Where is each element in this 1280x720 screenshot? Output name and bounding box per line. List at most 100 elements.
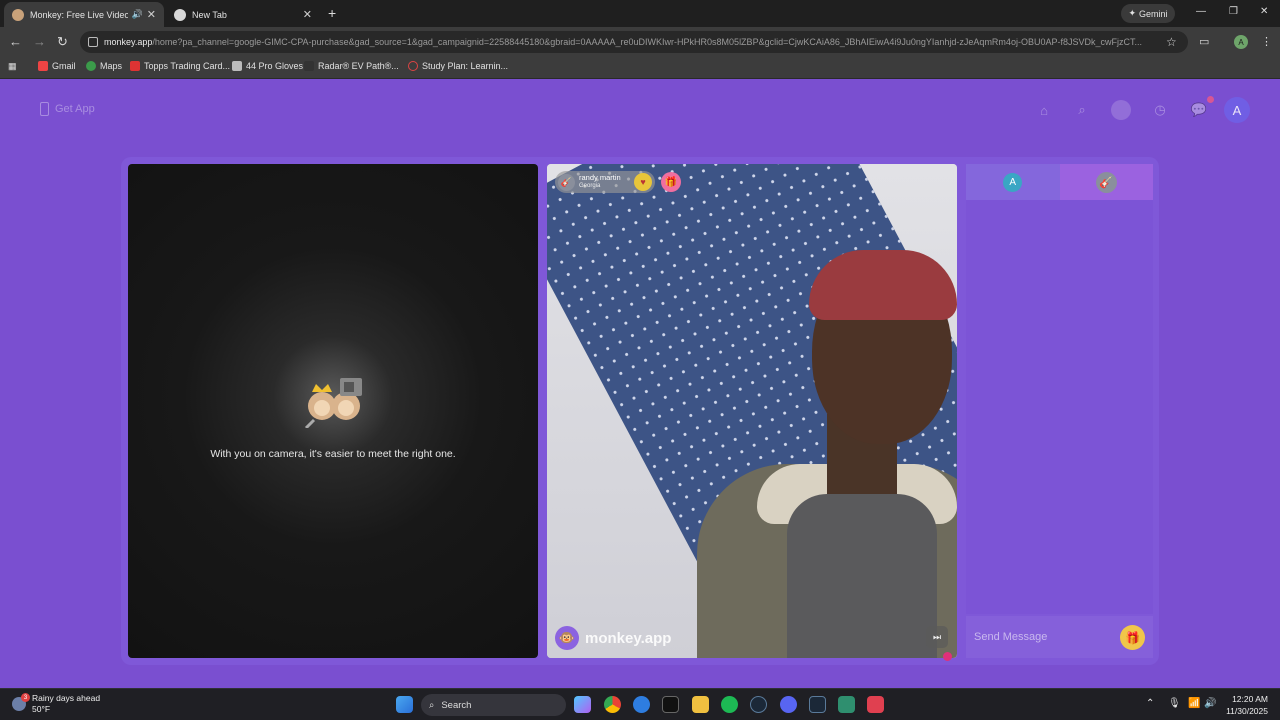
clock-date: 11/30/2025 — [1226, 706, 1268, 716]
rain-cloud-icon: 3 — [12, 693, 30, 711]
search-icon[interactable]: ⌕ — [1072, 100, 1092, 120]
weather-badge: 3 — [21, 693, 30, 702]
clock-time: 12:20 AM — [1232, 694, 1268, 704]
address-bar-row: ← → ↻ monkey.app/home?pa_channel=google-… — [0, 27, 1280, 57]
maps-pin-icon — [86, 61, 96, 71]
send-message-input[interactable] — [974, 631, 1114, 643]
epic-games-icon[interactable] — [662, 696, 679, 713]
spotify-icon[interactable] — [721, 696, 738, 713]
gemini-label: Gemini — [1139, 8, 1168, 19]
chat-tab-self[interactable]: A — [966, 164, 1060, 200]
restore-icon[interactable]: ❐ — [1229, 6, 1238, 17]
bookmarks-bar: ▦ Gmail Maps Topps Trading Card... 44 Pr… — [0, 57, 1280, 79]
gift-button[interactable]: 🎁 — [1120, 625, 1145, 650]
taskbar-search[interactable]: ⌕ Search — [421, 694, 566, 716]
tab-monkey[interactable]: Monkey: Free Live Video Ch 🔊 ✕ — [4, 2, 164, 27]
chat-bubble-icon[interactable]: 💬 — [1189, 100, 1209, 120]
profile-avatar[interactable]: A — [1234, 35, 1248, 49]
tab-title: Monkey: Free Live Video Ch — [30, 9, 128, 20]
bookmark-topps[interactable]: Topps Trading Card... — [130, 61, 230, 71]
chat-tab-peer[interactable]: 🎸 — [1059, 164, 1153, 200]
new-tab-icon[interactable]: + — [328, 5, 336, 21]
chrome-icon[interactable] — [604, 696, 621, 713]
wifi-icon[interactable]: 📶 — [1188, 698, 1200, 709]
peer-name: randy martin — [579, 173, 621, 182]
gemini-button[interactable]: ✦ Gemini — [1121, 4, 1175, 23]
search-icon: ⌕ — [429, 699, 435, 711]
peer-avatar: 🎸 — [558, 173, 575, 191]
edge-icon[interactable] — [633, 696, 650, 713]
monkey-logo-icon: 🐵 — [555, 626, 579, 650]
coin-icon[interactable] — [1111, 100, 1131, 120]
phone-icon — [40, 102, 49, 116]
vpn-shield-icon[interactable] — [867, 696, 884, 713]
url-path: /home?pa_channel=google-GIMC-CPA-purchas… — [152, 37, 1142, 47]
monkey-favicon-icon — [12, 8, 24, 21]
chrome-favicon-icon — [174, 8, 186, 21]
reading-mode-icon[interactable]: ▭ — [1199, 35, 1209, 48]
system-clock[interactable]: 12:20 AM 11/30/2025 — [1222, 693, 1268, 717]
chat-tabs: A 🎸 — [966, 164, 1153, 200]
peer-info-pill[interactable]: 🎸 randy martin Georgia ♥ — [555, 171, 655, 193]
bookmark-44-pro-gloves[interactable]: 44 Pro Gloves — [232, 61, 303, 71]
close-tab-icon[interactable]: ✕ — [147, 8, 156, 21]
steam-icon[interactable] — [750, 696, 767, 713]
discord-icon[interactable] — [780, 696, 797, 713]
chat-panel: A 🎸 🎁 — [966, 164, 1153, 658]
get-app-label: Get App — [55, 103, 95, 115]
hat-icon[interactable]: ⌂ — [1034, 100, 1054, 120]
bookmark-radar[interactable]: Radar® EV Path®... — [304, 61, 399, 71]
close-window-icon[interactable]: ✕ — [1260, 6, 1268, 17]
peer-chat-avatar: 🎸 — [1095, 171, 1117, 193]
app-icon[interactable] — [838, 696, 855, 713]
watermark-text: monkey.app — [585, 629, 672, 647]
monkey-mascots-icon — [304, 378, 362, 428]
camera-prompt-text: With you on camera, it's easier to meet … — [210, 448, 456, 460]
gift-badge-icon[interactable]: 🎁 — [661, 172, 681, 192]
bookmark-maps[interactable]: Maps — [86, 61, 122, 71]
user-avatar[interactable]: A — [1224, 97, 1250, 123]
forward-icon[interactable]: → — [33, 34, 46, 49]
speaker-icon[interactable]: 🔊 — [132, 9, 143, 20]
gloves-icon — [232, 61, 242, 71]
self-camera-panel: With you on camera, it's easier to meet … — [128, 164, 538, 658]
windows-start-icon[interactable] — [396, 696, 413, 713]
monkey-watermark: 🐵 monkey.app — [555, 626, 671, 650]
bookmark-study-plan[interactable]: Study Plan: Learnin... — [408, 61, 508, 71]
heart-icon[interactable]: ♥ — [634, 173, 652, 191]
menu-dots-icon[interactable]: ⋮ — [1261, 35, 1272, 48]
taskbar: 3 Rainy days ahead 50°F ⌕ Search ⌃ 🎙 📶 🔊… — [0, 688, 1280, 720]
weather-temp: 50°F — [32, 704, 51, 714]
apps-grid-icon[interactable]: ▦ — [8, 61, 17, 72]
get-app-button[interactable]: Get App — [40, 102, 95, 116]
site-info-icon[interactable] — [88, 37, 98, 47]
peer-location: Georgia — [579, 183, 601, 189]
url-host: monkey.app — [104, 37, 153, 47]
skip-next-button[interactable]: ⏭ — [926, 626, 948, 648]
bookmark-gmail[interactable]: Gmail — [38, 61, 76, 71]
peer-video-hair — [809, 250, 957, 320]
bookmark-star-icon[interactable]: ☆ — [1166, 35, 1177, 49]
gmail-icon — [38, 61, 48, 71]
microphone-icon[interactable]: 🎙 — [1168, 698, 1181, 709]
steam-alt-icon[interactable] — [809, 696, 826, 713]
volume-icon[interactable]: 🔊 — [1204, 698, 1216, 709]
history-clock-icon[interactable]: ◷ — [1150, 100, 1170, 120]
back-icon[interactable]: ← — [9, 34, 22, 49]
url-input[interactable]: monkey.app/home?pa_channel=google-GIMC-C… — [80, 31, 1188, 53]
tab-new-tab[interactable]: New Tab ✕ — [166, 2, 320, 27]
copilot-icon[interactable] — [574, 696, 591, 713]
tab-title: New Tab — [192, 9, 227, 20]
topps-icon — [130, 61, 140, 71]
close-tab-icon[interactable]: ✕ — [303, 8, 312, 21]
reload-icon[interactable]: ↻ — [57, 34, 68, 50]
tray-overflow-icon[interactable]: ⌃ — [1146, 698, 1154, 709]
peer-video-panel: 🎸 randy martin Georgia ♥ 🎁 🐵 monkey.app … — [547, 164, 957, 658]
browser-tab-bar: Monkey: Free Live Video Ch 🔊 ✕ New Tab ✕… — [0, 0, 1280, 27]
peer-video-shirt — [787, 494, 937, 658]
sparkle-icon: ✦ — [1128, 8, 1137, 18]
self-chat-avatar: A — [1003, 172, 1023, 192]
minimize-icon[interactable]: — — [1196, 6, 1206, 17]
weather-widget[interactable]: 3 Rainy days ahead 50°F — [12, 693, 100, 715]
file-explorer-icon[interactable] — [692, 696, 709, 713]
